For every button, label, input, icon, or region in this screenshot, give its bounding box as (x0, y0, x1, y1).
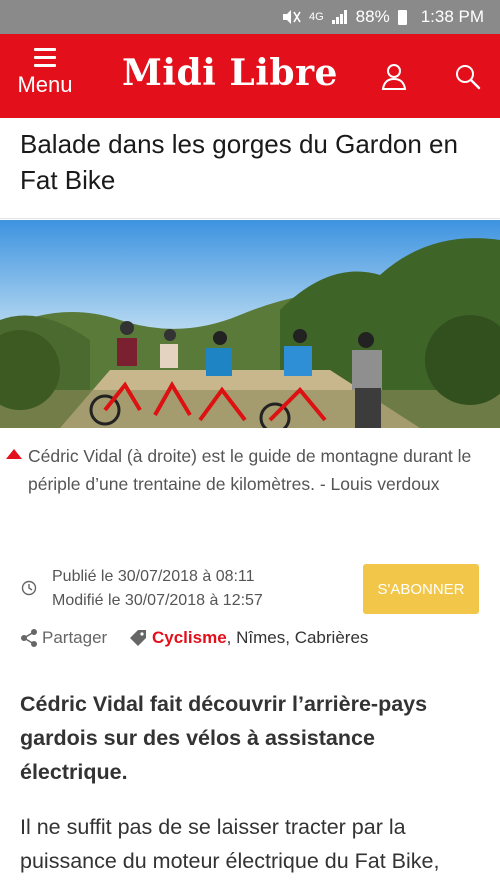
site-header: Menu Midi Libre (0, 34, 500, 118)
share-button[interactable]: Partager (20, 628, 107, 648)
divider (0, 218, 500, 219)
caption-triangle-icon (6, 449, 22, 459)
article-dates: Publié le 30/07/2018 à 08:11 Modifié le … (52, 565, 263, 613)
share-icon (21, 629, 37, 647)
mute-icon (281, 9, 301, 25)
network-type: 4G (308, 11, 324, 23)
tag-separator: , (285, 628, 295, 647)
tag-link[interactable]: Cyclisme (152, 628, 227, 648)
user-account-button[interactable] (380, 62, 408, 92)
published-date: Publié le 30/07/2018 à 08:11 (52, 568, 255, 585)
cyclists-photo-illustration (0, 220, 500, 428)
article-lead: Cédric Vidal fait découvrir l’arrière-pa… (20, 692, 428, 784)
tag-separator: , (226, 628, 237, 647)
battery-level: 88% (355, 7, 390, 26)
clock-icon (21, 580, 37, 596)
battery-icon (397, 9, 407, 25)
signal-icon (331, 10, 348, 24)
subscribe-button[interactable]: S'ABONNER (363, 564, 479, 614)
modified-date: Modifié le 30/07/2018 à 12:57 (52, 592, 263, 609)
user-icon (381, 64, 407, 90)
hamburger-icon (34, 48, 56, 67)
menu-label: Menu (17, 72, 73, 97)
tag-icon (130, 630, 146, 646)
photo-caption: Cédric Vidal (à droite) est le guide de … (28, 446, 472, 494)
tag-link[interactable]: Nîmes (236, 628, 285, 648)
site-logo[interactable]: Midi Libre (122, 52, 338, 94)
status-bar: 4G 88% 1:38 PM (0, 0, 500, 34)
search-icon (456, 65, 481, 90)
tag-link[interactable]: Cabrières (295, 628, 369, 648)
share-label: Partager (42, 628, 108, 647)
article-title: Balade dans les gorges du Gardon en Fat … (20, 129, 458, 195)
article-body: Il ne suffit pas de se laisser tracter p… (20, 815, 440, 873)
clock-time: 1:38 PM (420, 7, 484, 26)
search-button[interactable] (453, 62, 483, 92)
menu-button[interactable]: Menu (12, 42, 78, 112)
article-photo[interactable] (0, 220, 500, 428)
tag-list: Cyclisme, Nîmes, Cabrières (128, 628, 368, 648)
